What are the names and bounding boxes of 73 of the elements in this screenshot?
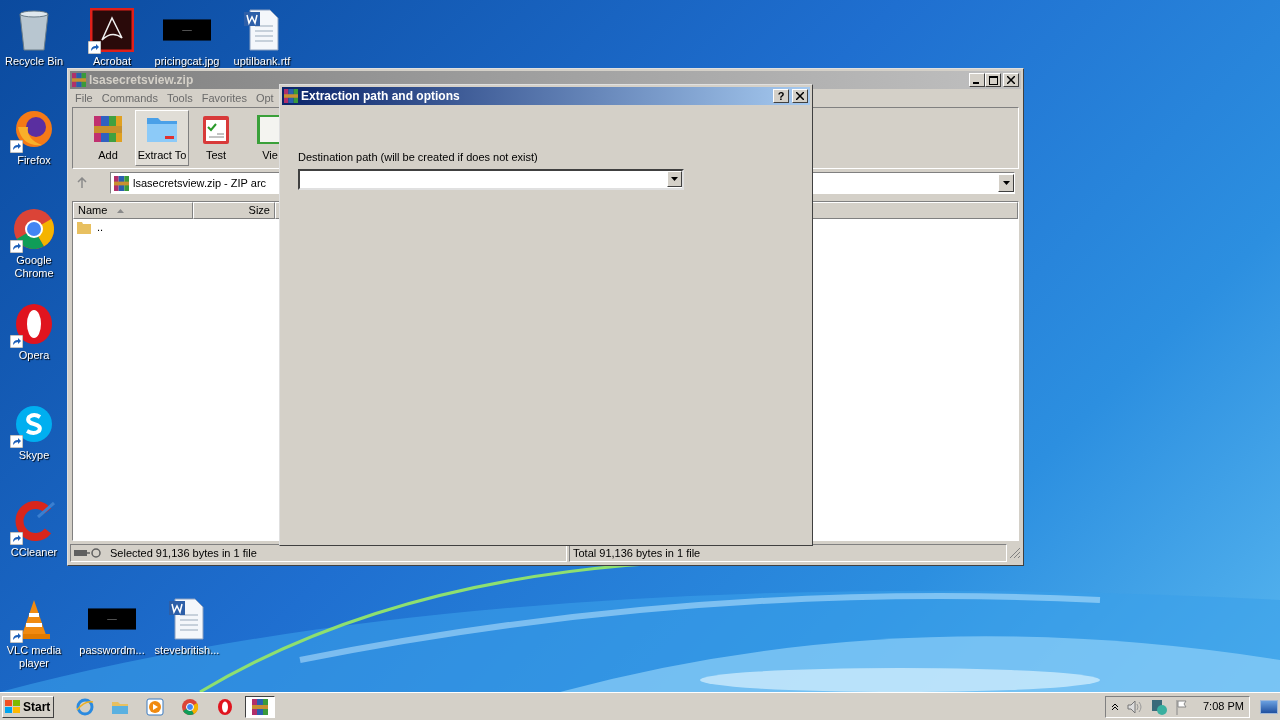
shortcut-arrow-icon [10, 630, 23, 643]
clock[interactable]: 7:08 PM [1203, 698, 1244, 715]
menu-item[interactable]: Commands [101, 89, 158, 107]
toolbar-button[interactable]: Add [81, 110, 135, 166]
caret-icon [671, 177, 678, 181]
menu-item[interactable]: Tools [167, 89, 193, 107]
winrar-icon [72, 73, 86, 87]
status-text: Selected 91,136 bytes in 1 file [110, 545, 257, 561]
speaker-icon[interactable] [1127, 699, 1143, 714]
windows-logo-icon [5, 699, 21, 714]
desktop-icon-label[interactable]: Opera [18, 349, 50, 362]
status-text: Total 91,136 bytes in 1 file [573, 545, 701, 561]
destination-path-field[interactable] [298, 168, 684, 190]
acrobat-icon [90, 8, 134, 52]
image-thumbnail-icon [88, 608, 136, 630]
shortcut-arrow-icon [10, 435, 23, 448]
minimize-button[interactable] [969, 73, 985, 87]
help-button[interactable]: ? [773, 89, 789, 103]
close-icon [1007, 76, 1015, 84]
desktop-icon-label[interactable]: Google Chrome [2, 254, 66, 280]
desktop-icon-label[interactable]: uptilbank.rtf [233, 55, 291, 68]
desktop-icon-label[interactable]: Acrobat [93, 55, 131, 68]
menu-item[interactable]: Opt [255, 89, 274, 107]
column-header[interactable]: Name [73, 202, 193, 219]
caret-icon [1002, 181, 1010, 185]
column-header[interactable]: Size [193, 202, 275, 219]
chrome-icon [12, 207, 56, 251]
show-desktop-button[interactable] [1260, 699, 1278, 714]
shortcut-arrow-icon [10, 335, 23, 348]
close-button[interactable] [1003, 73, 1019, 87]
desktop-icon-label[interactable]: VLC media player [2, 644, 66, 670]
folder-icon [77, 221, 91, 234]
menu-item[interactable]: Favorites [201, 89, 247, 107]
window-title: lsasecretsview.zip [89, 72, 195, 89]
shortcut-arrow-icon [88, 41, 101, 54]
address-text: lsasecretsview.zip - ZIP arc [133, 175, 267, 191]
shortcut-arrow-icon [10, 240, 23, 253]
dialog-title: Extraction path and options [301, 88, 461, 105]
maximize-icon [988, 75, 998, 85]
desktop-icon-label[interactable]: Recycle Bin [4, 55, 64, 68]
taskbar-button[interactable] [245, 695, 275, 718]
chevron-up-icon[interactable] [1111, 702, 1119, 711]
destination-label: Destination path (will be created if does not exist) [298, 150, 539, 165]
network-icon[interactable] [1151, 698, 1167, 715]
menu-item[interactable]: File [75, 89, 93, 107]
close-button[interactable] [792, 89, 808, 103]
sort-ascending-icon [117, 208, 125, 213]
desktop-icon-label[interactable]: Firefox [17, 154, 51, 167]
image-thumbnail-icon [163, 19, 211, 41]
desktop-icon-label[interactable]: passwordm... [79, 644, 145, 657]
dropdown-button[interactable] [998, 174, 1014, 192]
shortcut-arrow-icon [10, 140, 23, 153]
start-button[interactable]: Start [2, 695, 54, 718]
desktop-icon-label[interactable]: Skype [18, 449, 50, 462]
internet-explorer-icon [76, 697, 94, 716]
maximize-button[interactable] [985, 73, 1001, 87]
file-name[interactable]: .. [97, 219, 104, 236]
chrome-icon [181, 697, 199, 716]
desktop-icon-label[interactable]: CCleaner [10, 546, 58, 559]
winrar-icon [284, 89, 298, 103]
flag-icon[interactable] [1175, 698, 1189, 715]
toolbar-button[interactable]: Test [189, 110, 243, 166]
resize-grip-icon [1009, 547, 1021, 559]
winrar-icon [114, 175, 129, 191]
dropdown-button[interactable] [667, 171, 682, 187]
desktop-icon-label[interactable]: pricingcat.jpg [154, 55, 220, 68]
close-icon [796, 92, 804, 100]
toolbar-button[interactable]: Extract To [135, 110, 189, 166]
desktop-icon-label[interactable]: stevebritish... [154, 644, 220, 657]
shortcut-arrow-icon [10, 532, 23, 545]
winrar-icon [252, 698, 268, 715]
media-player-icon [146, 697, 164, 716]
opera-icon [216, 697, 234, 716]
